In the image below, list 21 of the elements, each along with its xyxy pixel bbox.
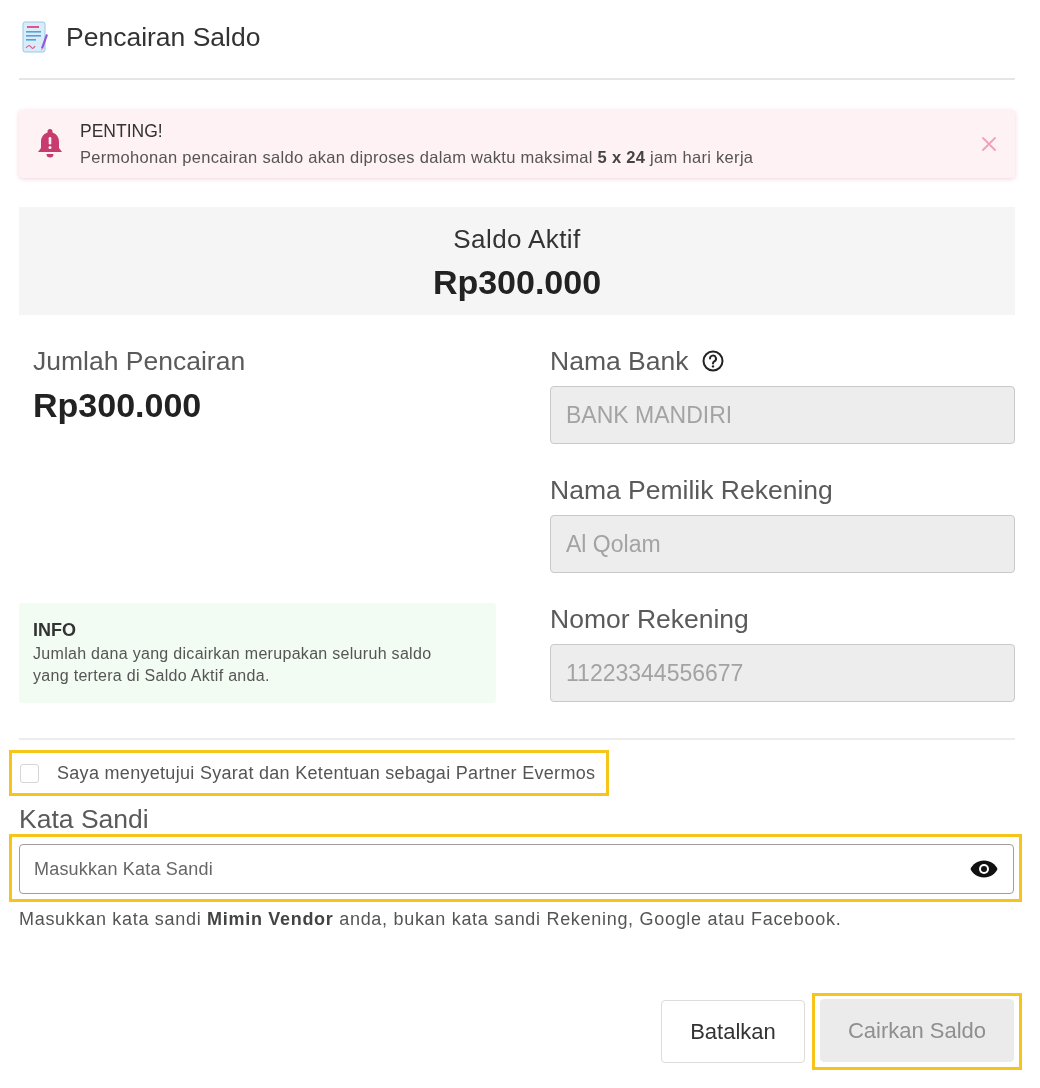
agreement-label: Saya menyetujui Syarat dan Ketentuan sebagai Partner Evermos <box>57 762 596 784</box>
field-label: Nomor Rekening <box>550 604 749 634</box>
balance-amount: Rp300.000 <box>432 262 602 303</box>
alert-message: Permohonan pencairan saldo akan diproses dalam waktu maksimal 5 x 24 jam hari kerja <box>80 147 754 167</box>
password-hint: Masukkan kata sandi Mimin Vendor anda, bukan kata sandi Rekening, Google atau Facebook. <box>19 908 842 930</box>
balance-label: Saldo Aktif <box>453 224 581 254</box>
eye-icon[interactable] <box>970 859 998 879</box>
checkbox[interactable] <box>20 763 39 783</box>
password-field[interactable]: Masukkan Kata Sandi <box>19 844 1014 894</box>
info-message: Jumlah dana yang dicairkan merupakan seluruh saldo yang tertera di Saldo Aktif anda. <box>33 644 433 686</box>
alert-title: PENTING! <box>80 122 164 141</box>
password-label: Kata Sandi <box>19 804 149 834</box>
field-label: Nama Bank <box>550 346 689 376</box>
dialog-title: Pencairan Saldo <box>66 21 261 53</box>
field-label: Nama Pemilik Rekening <box>550 475 833 505</box>
info-title: INFO <box>33 620 76 641</box>
withdrawal-amount: Rp300.000 <box>33 385 202 425</box>
document-pencil-icon <box>22 21 48 53</box>
cancel-button[interactable]: Batalkan <box>661 1000 805 1063</box>
withdrawal-label: Jumlah Pencairan <box>33 346 246 376</box>
bell-icon <box>37 128 63 158</box>
